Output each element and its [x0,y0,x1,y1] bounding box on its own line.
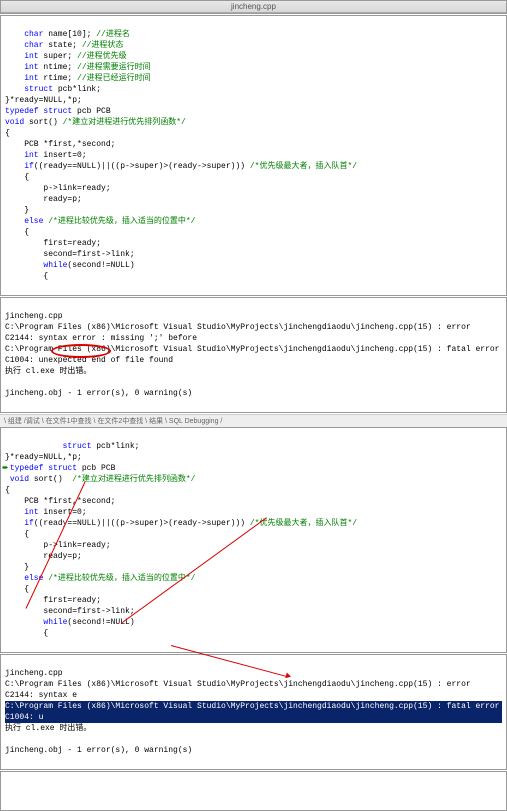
code-line: char name[10]; //进程名 [5,30,130,39]
code-line: while(second!=NULL) [5,261,135,270]
code-line: first=ready; [5,596,101,605]
code-line: char state; //进程状态 [5,41,123,50]
code-line: ready=p; [5,195,82,204]
output-tabs[interactable]: \ 组建 /调试 \ 在文件1中查找 \ 在文件2中查找 \ 结果 \ SQL … [0,414,507,427]
code-line: typedef struct pcb PCB [5,464,115,473]
code-line: second=first->link; [5,250,135,259]
code-line: PCB *first,*second; [5,140,115,149]
code-line: { [5,585,29,594]
code-line: }*ready=NULL,*p; [5,453,82,462]
output-line: jincheng.cpp [5,312,63,321]
code-line: { [5,228,29,237]
code-line: else /*进程比较优先级，插入适当的位置中*/ [5,574,195,583]
code-panel-2[interactable]: struct pcb*link; }*ready=NULL,*p; typede… [0,427,507,653]
code-line: struct pcb*link; [5,85,101,94]
file-title: jincheng.cpp [1,1,506,13]
output-line: C:\Program Files (x86)\Microsoft Visual … [5,345,504,365]
code-line: second=first->link; [5,607,135,616]
code-line: typedef struct pcb PCB [5,107,111,116]
code-line: void sort() /*建立对进程进行优先排列函数*/ [5,475,195,484]
code-line: } [5,206,29,215]
code-line: ready=p; [5,552,82,561]
code-line: } [5,563,29,572]
code-line: first=ready; [5,239,101,248]
code-line: void sort() /*建立对进程进行优先排列函数*/ [5,118,186,127]
output-line: 执行 cl.exe 时出错。 [5,367,91,376]
code-line: { [5,629,48,638]
code-line: int super; //进程优先级 [5,52,127,61]
code-line: else /*进程比较优先级，插入适当的位置中*/ [5,217,195,226]
code-line: p->link=ready; [5,184,111,193]
code-editor-1[interactable]: char name[10]; //进程名 char state; //进程状态 … [1,16,506,295]
code-editor-2[interactable]: struct pcb*link; }*ready=NULL,*p; typede… [1,428,506,652]
code-line: int insert=0; [5,151,87,160]
code-line: int rtime; //进程已经运行时间 [5,74,151,83]
code-line: if((ready==NULL)||((p->super)>(ready->su… [5,519,357,528]
code-line: p->link=ready; [5,541,111,550]
code-line: struct pcb*link; [5,442,139,451]
code-line: int ntime; //进程需要运行时间 [5,63,151,72]
code-line: }*ready=NULL,*p; [5,96,82,105]
code-line: while(second!=NULL) [5,618,135,627]
output-line: jincheng.cpp [5,669,63,678]
top-title-bar: jincheng.cpp [0,0,507,14]
code-line: if((ready==NULL)||((p->super)>(ready->su… [5,162,357,171]
output-panel-1[interactable]: jincheng.cpp C:\Program Files (x86)\Micr… [0,297,507,413]
blank-area [0,771,507,811]
code-line: { [5,486,10,495]
code-line: PCB *first,*second; [5,497,115,506]
code-line: { [5,173,29,182]
code-panel-1[interactable]: char name[10]; //进程名 char state; //进程状态 … [0,15,507,296]
code-line: { [5,272,48,281]
output-line: jincheng.obj - 1 error(s), 0 warning(s) [5,746,192,755]
build-output-2[interactable]: jincheng.cpp C:\Program Files (x86)\Micr… [1,655,506,769]
code-line: { [5,530,29,539]
output-line: C:\Program Files (x86)\Microsoft Visual … [5,680,476,700]
code-line: { [5,129,10,138]
output-line: jincheng.obj - 1 error(s), 0 warning(s) [5,389,192,398]
debug-arrow-icon: ➨ [2,463,9,473]
build-output-1[interactable]: jincheng.cpp C:\Program Files (x86)\Micr… [1,298,506,412]
output-line: 执行 cl.exe 时出错。 [5,724,91,733]
output-line-selected[interactable]: C:\Program Files (x86)\Microsoft Visual … [5,701,502,723]
output-line: C:\Program Files (x86)\Microsoft Visual … [5,323,476,343]
code-line: int insert=0; [5,508,87,517]
output-panel-2[interactable]: jincheng.cpp C:\Program Files (x86)\Micr… [0,654,507,770]
